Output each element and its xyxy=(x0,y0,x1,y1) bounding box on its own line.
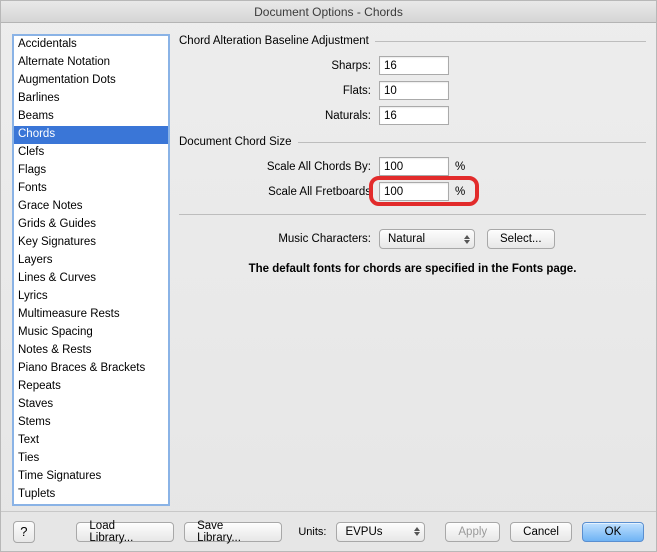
sidebar-item[interactable]: Augmentation Dots xyxy=(14,72,168,90)
sidebar-item[interactable]: Clefs xyxy=(14,144,168,162)
input-naturals[interactable] xyxy=(379,106,449,125)
category-sidebar[interactable]: AccidentalsAlternate NotationAugmentatio… xyxy=(13,35,169,505)
label-sharps: Sharps: xyxy=(179,60,379,72)
chevron-updown-icon xyxy=(458,235,470,244)
window-title: Document Options - Chords xyxy=(1,1,656,23)
units-select-value: EVPUs xyxy=(345,526,382,538)
load-library-button[interactable]: Load Library... xyxy=(76,522,174,542)
select-music-characters-value: Natural xyxy=(388,233,425,245)
select-button[interactable]: Select... xyxy=(487,229,555,249)
cancel-button[interactable]: Cancel xyxy=(510,522,572,542)
group-baseline-title: Chord Alteration Baseline Adjustment xyxy=(179,35,369,47)
help-button[interactable]: ? xyxy=(13,521,35,543)
sidebar-item[interactable]: Notes & Rests xyxy=(14,342,168,360)
input-flats[interactable] xyxy=(379,81,449,100)
sidebar-item[interactable]: Barlines xyxy=(14,90,168,108)
ok-button[interactable]: OK xyxy=(582,522,644,542)
label-music-characters: Music Characters: xyxy=(179,233,379,245)
sidebar-item[interactable]: Alternate Notation xyxy=(14,54,168,72)
pct-chords: % xyxy=(455,161,465,173)
pct-fretboards: % xyxy=(455,186,465,198)
help-text: The default fonts for chords are specifi… xyxy=(179,263,646,275)
input-scale-fretboards[interactable] xyxy=(379,182,449,201)
footer: ? Load Library... Save Library... Units:… xyxy=(1,511,656,551)
sidebar-item[interactable]: Piano Braces & Brackets xyxy=(14,360,168,378)
label-scale-fretboards: Scale All Fretboards xyxy=(179,186,379,198)
sidebar-item[interactable]: Time Signatures xyxy=(14,468,168,486)
units-label: Units: xyxy=(298,526,326,538)
divider xyxy=(298,142,647,143)
window-body: AccidentalsAlternate NotationAugmentatio… xyxy=(1,23,656,511)
sidebar-item[interactable]: Tuplets xyxy=(14,486,168,504)
group-chordsize: Document Chord Size xyxy=(179,136,646,148)
select-music-characters[interactable]: Natural xyxy=(379,229,475,249)
sidebar-item[interactable]: Flags xyxy=(14,162,168,180)
sidebar-item[interactable]: Lines & Curves xyxy=(14,270,168,288)
row-flats: Flats: xyxy=(179,81,646,100)
sidebar-item[interactable]: Grace Notes xyxy=(14,198,168,216)
row-music-characters: Music Characters: Natural Select... xyxy=(179,229,646,249)
divider xyxy=(375,41,646,42)
row-naturals: Naturals: xyxy=(179,106,646,125)
main-panel: Chord Alteration Baseline Adjustment Sha… xyxy=(179,35,646,505)
label-flats: Flats: xyxy=(179,85,379,97)
input-sharps[interactable] xyxy=(379,56,449,75)
row-scale-fretboards: Scale All Fretboards % xyxy=(179,182,646,201)
sidebar-item[interactable]: Lyrics xyxy=(14,288,168,306)
input-scale-chords[interactable] xyxy=(379,157,449,176)
chevron-updown-icon xyxy=(408,527,420,536)
group-chordsize-title: Document Chord Size xyxy=(179,136,292,148)
label-scale-chords: Scale All Chords By: xyxy=(179,161,379,173)
sidebar-item[interactable]: Accidentals xyxy=(14,36,168,54)
save-library-button[interactable]: Save Library... xyxy=(184,522,282,542)
sidebar-item[interactable]: Beams xyxy=(14,108,168,126)
sidebar-item[interactable]: Music Spacing xyxy=(14,324,168,342)
sidebar-item[interactable]: Fonts xyxy=(14,180,168,198)
sidebar-item[interactable]: Stems xyxy=(14,414,168,432)
sidebar-item[interactable]: Repeats xyxy=(14,378,168,396)
sidebar-item[interactable]: Multimeasure Rests xyxy=(14,306,168,324)
sidebar-item[interactable]: Key Signatures xyxy=(14,234,168,252)
sidebar-item[interactable]: Ties xyxy=(14,450,168,468)
sidebar-item[interactable]: Layers xyxy=(14,252,168,270)
group-baseline: Chord Alteration Baseline Adjustment xyxy=(179,35,646,47)
sidebar-item[interactable]: Staves xyxy=(14,396,168,414)
sidebar-item[interactable]: Chords xyxy=(14,126,168,144)
sidebar-item[interactable]: Grids & Guides xyxy=(14,216,168,234)
row-scale-chords: Scale All Chords By: % xyxy=(179,157,646,176)
apply-button[interactable]: Apply xyxy=(445,522,500,542)
document-options-window: Document Options - Chords AccidentalsAlt… xyxy=(0,0,657,552)
label-naturals: Naturals: xyxy=(179,110,379,122)
sidebar-item[interactable]: Text xyxy=(14,432,168,450)
row-sharps: Sharps: xyxy=(179,56,646,75)
units-select[interactable]: EVPUs xyxy=(336,522,425,542)
divider xyxy=(179,214,646,215)
